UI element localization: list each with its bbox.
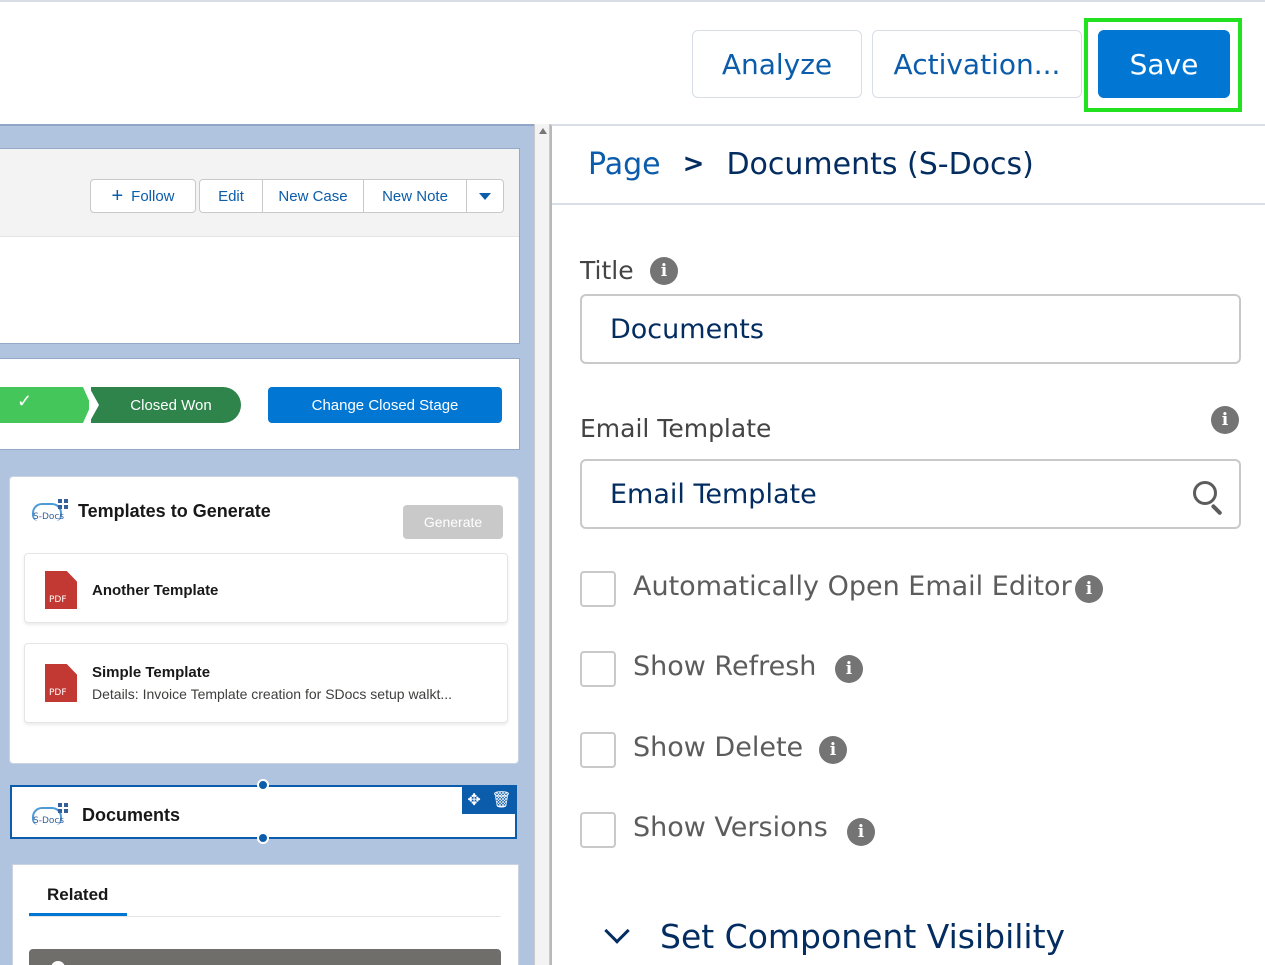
properties-panel: Page > Documents (S-Docs) Title i Docume… [550,124,1265,965]
chevron-down-icon [479,192,491,200]
checkbox-label: Automatically Open Email Editor [633,571,1072,602]
breadcrumb-page-link[interactable]: Page [588,147,661,182]
resize-handle-top[interactable] [257,779,269,791]
move-icon[interactable]: ✥ [467,790,480,810]
tab-divider [29,916,501,917]
sdocs-logo-icon: S-Docs [32,497,74,525]
template-item-another[interactable]: PDF Another Template [24,553,508,623]
message-banner [29,949,501,965]
sdocs-logo-text: S-Docs [33,816,65,826]
info-icon[interactable]: i [1211,406,1239,434]
checkbox[interactable] [580,812,616,848]
info-icon [51,961,65,965]
new-case-button[interactable]: New Case [262,179,364,213]
title-input-value: Documents [610,314,764,345]
checkbox[interactable] [580,732,616,768]
more-actions-button[interactable] [466,179,504,213]
top-toolbar: Analyze Activation... Save [0,0,1265,124]
checkbox-label: Show Versions [633,812,828,843]
activation-button[interactable]: Activation... [872,30,1082,98]
template-item-simple[interactable]: PDF Simple Template Details: Invoice Tem… [24,643,508,723]
checkbox-label: Show Refresh [633,651,817,682]
header-action-group: Edit New Case New Note [199,179,504,213]
change-closed-stage-button[interactable]: Change Closed Stage [268,387,502,423]
title-input[interactable]: Documents [580,294,1241,364]
info-icon[interactable]: i [847,818,875,846]
template-detail: Details: Invoice Template creation for S… [92,686,453,702]
info-icon[interactable]: i [1075,575,1103,603]
search-icon[interactable] [1191,479,1225,516]
info-icon[interactable]: i [835,655,863,683]
resize-handle-bottom[interactable] [257,832,269,844]
documents-card-title: Documents [82,805,181,825]
path-step-completed[interactable] [0,387,91,423]
email-template-field-label: Email Template [580,414,772,443]
related-component[interactable]: Related [12,864,519,965]
component-toolbar: ✥ 🗑 [462,786,517,814]
breadcrumb: Page > Documents (S-Docs) [588,144,1034,184]
template-name: Simple Template [92,664,211,681]
plus-icon: + [111,185,124,207]
check-icon: ✓ [17,391,33,411]
path-component[interactable]: ✓ Closed Won Change Closed Stage [0,358,520,450]
follow-label: Follow [131,187,175,205]
new-note-button[interactable]: New Note [363,179,467,213]
analyze-button[interactable]: Analyze [692,30,862,98]
email-template-value: Email Template [610,479,817,510]
info-icon[interactable]: i [650,257,678,285]
path-step-closed-won[interactable]: Closed Won [89,387,241,423]
sdocs-logo-icon: S-Docs [32,801,74,829]
generate-button[interactable]: Generate [403,505,503,539]
sdocs-logo-text: S-Docs [33,512,65,522]
canvas-scrollbar[interactable] [534,124,550,965]
delete-icon[interactable]: 🗑 [491,790,511,810]
checkbox[interactable] [580,571,616,607]
breadcrumb-separator: > [682,149,705,179]
chevron-down-icon [604,918,630,944]
record-header-component[interactable]: + Follow Edit New Case New Note [0,148,520,344]
checkbox[interactable] [580,651,616,687]
set-component-visibility-section[interactable]: Set Component Visibility [604,914,1066,958]
page-canvas: + Follow Edit New Case New Note ✓ Closed… [0,124,538,965]
follow-button[interactable]: + Follow [90,179,196,213]
email-template-lookup[interactable]: Email Template [580,459,1241,529]
edit-button[interactable]: Edit [199,179,263,213]
templates-card-title: Templates to Generate [78,501,271,521]
title-field-label: Title [580,256,634,285]
scroll-up-icon[interactable] [539,128,547,134]
tab-related[interactable]: Related [47,885,108,905]
breadcrumb-current: Documents (S-Docs) [726,146,1034,182]
template-name: Another Template [92,582,219,599]
documents-component-selected[interactable]: S-Docs Documents [10,785,517,839]
info-icon[interactable]: i [819,736,847,764]
pdf-file-icon: PDF [45,664,77,702]
save-button[interactable]: Save [1098,30,1230,98]
checkbox-label: Show Delete [633,732,804,763]
visibility-section-label: Set Component Visibility [660,916,1066,956]
pdf-file-icon: PDF [45,571,77,609]
panel-divider [552,203,1265,205]
templates-to-generate-card[interactable]: S-Docs Templates to Generate Generate PD… [9,476,519,764]
